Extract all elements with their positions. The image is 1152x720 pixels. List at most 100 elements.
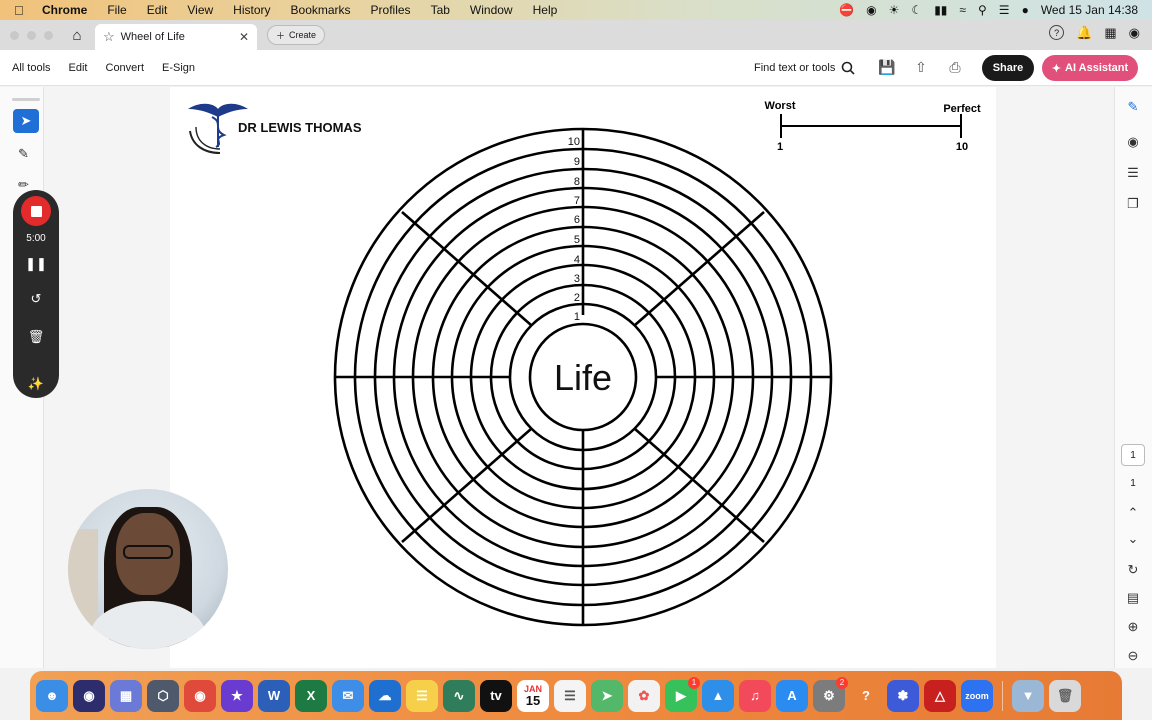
acrobat-icon[interactable]: △ <box>924 679 956 712</box>
music-icon[interactable]: ♫ <box>739 679 771 712</box>
recording-time: 5:00 <box>26 233 46 244</box>
panel-handle[interactable] <box>12 98 40 101</box>
menu-help[interactable]: Help <box>533 3 558 17</box>
window-minimize-button[interactable] <box>27 30 36 40</box>
wifi-icon[interactable]: ≈ <box>959 3 966 17</box>
menu-app-name[interactable]: Chrome <box>42 3 87 17</box>
menu-bookmarks[interactable]: Bookmarks <box>291 3 351 17</box>
apple-tv-icon[interactable]: tv <box>480 679 512 712</box>
system-settings-icon[interactable]: ⚙ 2 <box>813 676 848 712</box>
menu-clock[interactable]: Wed 15 Jan 14:38 <box>1041 3 1138 17</box>
current-page-input[interactable]: 1 <box>1121 444 1145 466</box>
calendar-icon[interactable]: JAN 15 <box>517 679 549 712</box>
zoom-out-icon[interactable]: ⊖ <box>1125 648 1141 664</box>
menu-tab[interactable]: Tab <box>431 3 450 17</box>
ai-sparkle-icon: ✦ <box>1051 62 1062 75</box>
siri-icon[interactable]: ● <box>1022 3 1029 17</box>
save-icon[interactable]: 💾 <box>878 59 896 76</box>
excel-icon[interactable]: X <box>295 679 327 712</box>
create-label: Create <box>289 30 317 40</box>
trash-bin-icon[interactable]: 🗑 <box>1049 679 1081 712</box>
pdf-page: DR LEWIS THOMAS Worst Perfect 1 10 Life … <box>170 87 996 668</box>
facetime-icon[interactable]: ▶ 1 <box>665 676 700 712</box>
bookmark-icon[interactable]: ☰ <box>1125 165 1141 181</box>
capture-app-icon[interactable]: ✽ <box>887 679 919 712</box>
home-icon[interactable]: ⌂ <box>67 27 87 44</box>
plus-icon: ＋ <box>276 30 286 41</box>
onedrive-icon[interactable]: ☁ <box>369 679 401 712</box>
apple-icon[interactable]:  <box>14 3 32 18</box>
photos-icon[interactable]: ✿ <box>628 679 660 712</box>
find-tools-button[interactable]: Find text or tools <box>754 61 855 75</box>
copy-pages-icon[interactable]: ❐ <box>1125 196 1141 212</box>
control-center-icon[interactable]: ☰ <box>999 3 1010 17</box>
window-close-button[interactable] <box>10 30 19 40</box>
unknown-app-icon[interactable]: ? <box>850 680 882 712</box>
menu-edit[interactable]: Edit <box>147 3 168 17</box>
all-tools-menu[interactable]: All tools <box>12 62 51 74</box>
record-status-icon[interactable]: ◉ <box>866 3 876 17</box>
spotlight-search-icon[interactable]: ⚲ <box>978 3 987 17</box>
upload-icon[interactable]: ⇧ <box>912 59 930 76</box>
menu-file[interactable]: File <box>107 3 126 17</box>
comment-icon[interactable]: ◉ <box>1125 134 1141 150</box>
launchpad-icon[interactable]: ▦ <box>110 679 142 712</box>
dock-separator <box>1002 680 1003 711</box>
rotate-icon[interactable]: ↻ <box>1125 562 1141 578</box>
effects-icon[interactable]: ✨ <box>13 376 59 392</box>
print-icon[interactable]: ⎙ <box>946 59 964 76</box>
tab-wheel-of-life[interactable]: ☆ Wheel of Life ✕ <box>95 24 257 50</box>
profile-icon[interactable]: ◉ <box>1129 25 1140 41</box>
menu-history[interactable]: History <box>233 3 270 17</box>
page-down-icon[interactable]: ⌄ <box>1125 531 1141 547</box>
brightness-icon[interactable]: ☀ <box>889 3 900 17</box>
wheel-of-life-page: DR LEWIS THOMAS Worst Perfect 1 10 Life … <box>188 100 981 627</box>
pause-icon[interactable]: ❚❚ <box>13 256 59 272</box>
select-tool-icon[interactable]: ➤ <box>13 109 39 133</box>
find-label: Find text or tools <box>754 62 836 74</box>
scale-min-label: 1 <box>777 141 783 153</box>
page-up-icon[interactable]: ⌃ <box>1125 505 1141 521</box>
word-icon[interactable]: W <box>258 679 290 712</box>
finder-icon[interactable]: ☻ <box>36 679 68 712</box>
freeform-icon[interactable]: ∿ <box>443 679 475 712</box>
notes-icon[interactable]: ☰ <box>406 679 438 712</box>
close-tab-icon[interactable]: ✕ <box>239 30 249 44</box>
share-button[interactable]: Share <box>982 55 1034 81</box>
reminders-icon[interactable]: ☰ <box>554 679 586 712</box>
edit-pdf-icon[interactable]: ✎ <box>1125 99 1141 115</box>
imovie-icon[interactable]: ★ <box>221 679 253 712</box>
star-icon[interactable]: ☆ <box>103 29 115 45</box>
restart-icon[interactable]: ↺ <box>13 291 59 307</box>
convert-menu[interactable]: Convert <box>106 62 145 74</box>
app-store-icon[interactable]: A <box>776 679 808 712</box>
zoom-in-icon[interactable]: ⊕ <box>1125 619 1141 635</box>
keynote-icon[interactable]: ▲ <box>702 679 734 712</box>
menu-view[interactable]: View <box>187 3 213 17</box>
extract-page-icon[interactable]: ▤ <box>1125 590 1141 606</box>
chrome-icon[interactable]: ◉ <box>184 679 216 712</box>
edit-menu[interactable]: Edit <box>69 62 88 74</box>
bell-icon[interactable]: 🔔 <box>1076 25 1092 41</box>
create-button[interactable]: ＋ Create <box>267 25 326 45</box>
menu-window[interactable]: Window <box>470 3 513 17</box>
moon-icon[interactable]: ☾ <box>911 3 922 17</box>
esign-menu[interactable]: E-Sign <box>162 62 195 74</box>
webcam-bubble[interactable] <box>68 489 228 649</box>
ai-assistant-button[interactable]: ✦ AI Assistant <box>1042 55 1138 81</box>
help-icon[interactable]: ? <box>1049 25 1065 40</box>
apps-grid-icon[interactable]: ▦ <box>1104 25 1116 41</box>
menu-profiles[interactable]: Profiles <box>371 3 411 17</box>
zoom-icon[interactable]: zoom <box>961 679 993 712</box>
utility-app-icon[interactable]: ⬡ <box>147 679 179 712</box>
window-zoom-button[interactable] <box>44 30 53 40</box>
mail-icon[interactable]: ✉ <box>332 679 364 712</box>
maps-icon[interactable]: ➤ <box>591 679 623 712</box>
battery-icon[interactable]: ▮▮ <box>934 3 947 17</box>
no-entry-icon[interactable]: ⛔ <box>839 3 854 17</box>
comment-tool-icon[interactable]: ✎ <box>18 146 29 162</box>
downloads-folder-icon[interactable]: ▼ <box>1012 679 1044 712</box>
trash-icon[interactable]: 🗑 <box>13 329 59 345</box>
stop-recording-button[interactable] <box>21 196 51 226</box>
siri-app-icon[interactable]: ◉ <box>73 679 105 712</box>
